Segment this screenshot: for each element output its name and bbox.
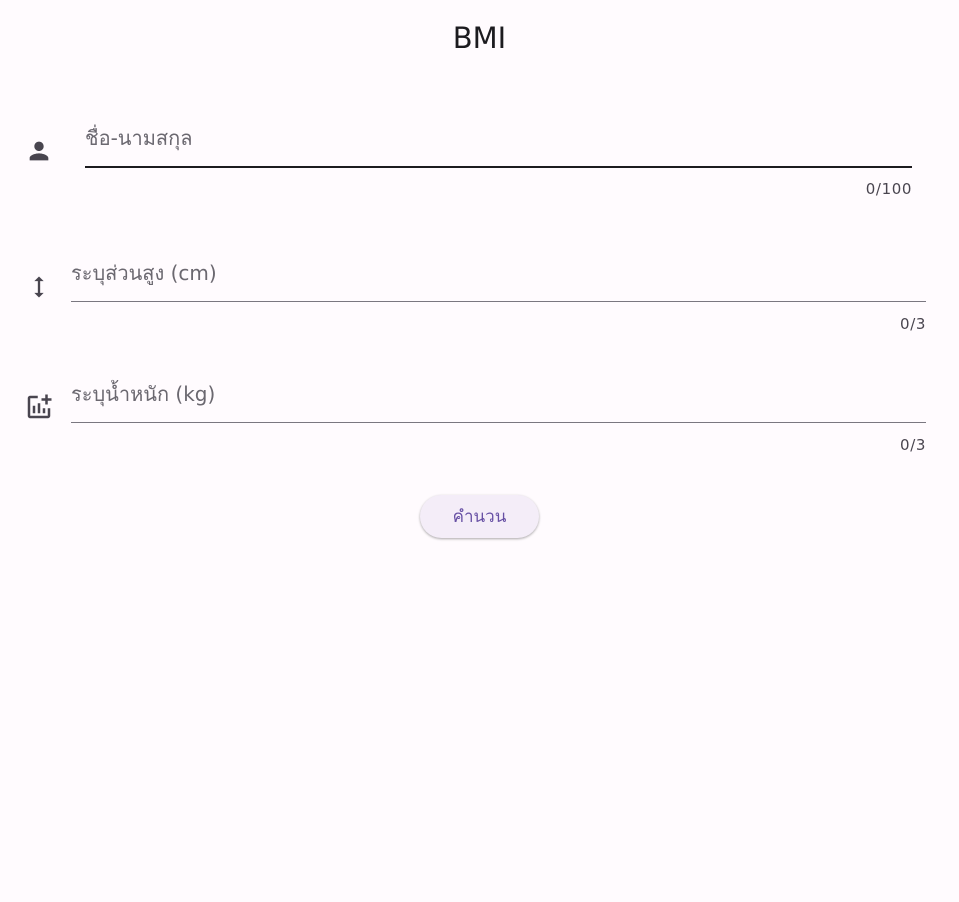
height-field-underline (71, 301, 926, 302)
name-field[interactable] (85, 118, 912, 158)
height-field[interactable] (71, 253, 926, 293)
weight-field[interactable] (71, 374, 926, 414)
weight-field-underline (71, 422, 926, 423)
height-arrows-icon (24, 272, 54, 302)
person-icon (24, 136, 54, 166)
app-title: BMI (452, 21, 507, 55)
name-field-counter: 0/100 (865, 180, 912, 198)
height-field-counter: 0/3 (900, 315, 926, 333)
weight-input[interactable] (71, 374, 926, 414)
name-input[interactable] (85, 118, 912, 158)
name-field-underline (85, 166, 912, 168)
calculate-button[interactable]: คำนวน (420, 495, 539, 538)
height-input[interactable] (71, 253, 926, 293)
add-chart-icon (24, 392, 54, 422)
weight-field-counter: 0/3 (900, 436, 926, 454)
